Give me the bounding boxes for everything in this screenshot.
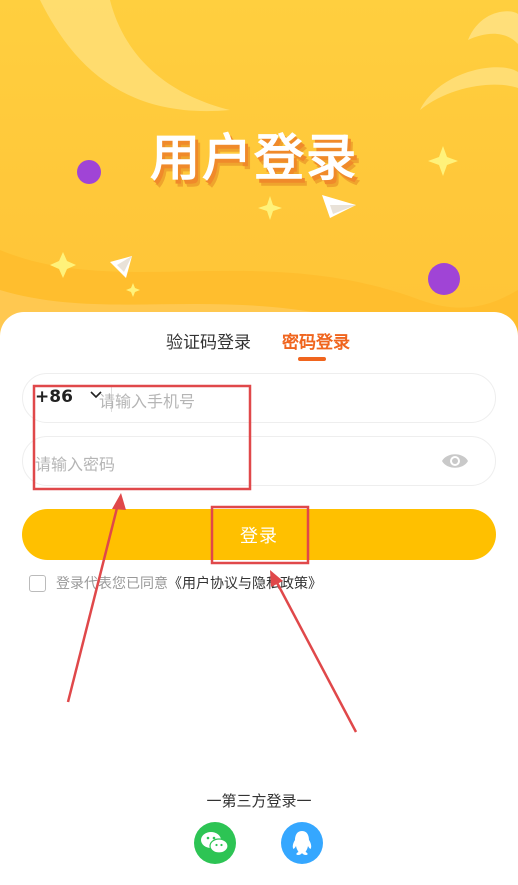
active-tab-indicator: [298, 357, 326, 361]
wechat-login-button[interactable]: [194, 822, 236, 864]
agreement-text: 登录代表您已同意: [56, 576, 168, 592]
hero-title: 用户登录: [150, 129, 358, 187]
tab-password-login[interactable]: 密码登录: [282, 328, 350, 353]
phone-field[interactable]: +86 请输入手机号: [22, 373, 496, 423]
password-field[interactable]: 请输入密码: [22, 436, 496, 486]
hero-banner: 用户登录: [0, 0, 518, 340]
third-party-login-label: 一第三方登录一: [206, 792, 312, 810]
login-button[interactable]: 登录: [22, 509, 496, 560]
eye-icon[interactable]: [441, 449, 469, 473]
wechat-icon: [201, 832, 229, 854]
country-code[interactable]: +86: [35, 387, 73, 407]
phone-input-placeholder[interactable]: 请输入手机号: [99, 388, 195, 412]
password-input-placeholder[interactable]: 请输入密码: [35, 451, 115, 475]
agreement-checkbox[interactable]: [29, 574, 46, 592]
login-button-label: 登录: [240, 525, 278, 547]
tab-sms-login[interactable]: 验证码登录: [166, 328, 251, 353]
qq-login-button[interactable]: [281, 822, 323, 864]
agreement-row: 登录代表您已同意 《用户协议与隐私政策》: [29, 573, 322, 593]
qq-icon: [292, 831, 312, 855]
agreement-link[interactable]: 《用户协议与隐私政策》: [168, 573, 322, 593]
